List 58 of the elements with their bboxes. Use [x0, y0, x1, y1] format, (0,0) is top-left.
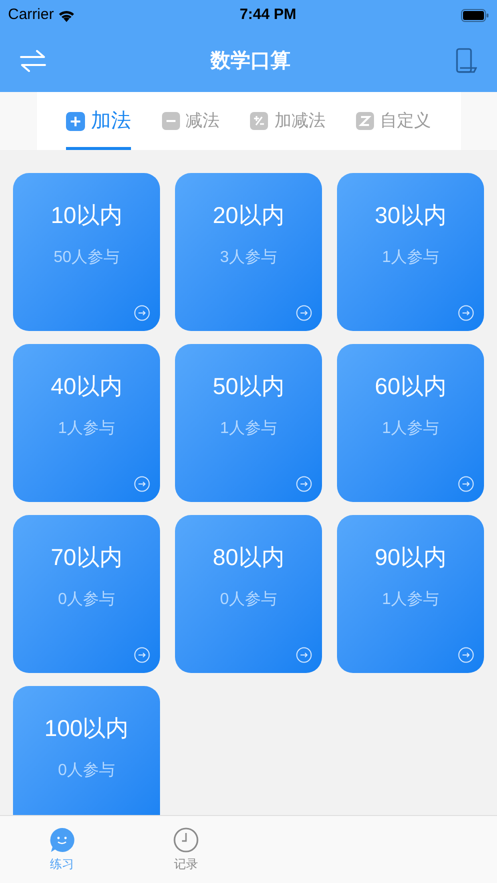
participant-count: 1人参与: [382, 418, 439, 439]
participant-count: 0人参与: [220, 590, 277, 610]
chat-bubble-icon: [49, 827, 75, 853]
category-tab[interactable]: 自定义: [356, 92, 432, 150]
plus-icon: [66, 112, 85, 130]
arrow-circle-icon: [296, 305, 312, 321]
range-card[interactable]: 100以内 0人参与: [13, 686, 160, 815]
arrow-circle-icon: [296, 476, 312, 492]
phone-icon[interactable]: [455, 48, 477, 74]
range-title: 80以内: [212, 543, 284, 572]
custom-icon: [356, 112, 374, 130]
range-card[interactable]: 80以内 0人参与: [175, 515, 322, 673]
category-tab[interactable]: 加法: [66, 92, 131, 150]
arrow-circle-icon: [134, 305, 150, 321]
page-title: 数学口算: [210, 49, 290, 74]
range-title: 20以内: [212, 201, 284, 230]
participant-count: 1人参与: [382, 248, 439, 268]
tab-bar-item[interactable]: 练习: [0, 816, 124, 873]
range-card[interactable]: 30以内 1人参与: [337, 173, 484, 331]
category-tab[interactable]: 加减法: [250, 92, 326, 150]
range-card[interactable]: 90以内 1人参与: [337, 515, 484, 673]
battery-icon: [460, 8, 489, 22]
clock-icon: [173, 827, 199, 853]
range-title: 90以内: [374, 543, 446, 572]
swap-arrows-icon[interactable]: [20, 50, 46, 72]
wifi-icon: [58, 8, 75, 22]
carrier-label: Carrier: [8, 4, 54, 25]
participant-count: 1人参与: [58, 418, 115, 439]
range-card[interactable]: 70以内 0人参与: [13, 515, 160, 673]
minus-icon: [162, 112, 180, 130]
tab-bar-item[interactable]: 记录: [124, 816, 248, 873]
arrow-circle-icon: [458, 647, 474, 663]
participant-count: 1人参与: [382, 590, 439, 610]
range-title: 100以内: [44, 714, 129, 743]
range-title: 60以内: [374, 372, 446, 401]
arrow-circle-icon: [296, 647, 312, 663]
arrow-circle-icon: [458, 476, 474, 492]
range-title: 30以内: [374, 201, 446, 230]
participant-count: 0人参与: [58, 590, 115, 610]
range-card[interactable]: 50以内 1人参与: [175, 344, 322, 502]
arrow-circle-icon: [458, 305, 474, 321]
range-card[interactable]: 60以内 1人参与: [337, 344, 484, 502]
arrow-circle-icon: [134, 647, 150, 663]
participant-count: 1人参与: [220, 418, 277, 439]
arrow-circle-icon: [134, 476, 150, 492]
range-title: 70以内: [50, 543, 122, 572]
range-card[interactable]: 10以内 50人参与: [13, 173, 160, 331]
range-card[interactable]: 40以内 1人参与: [13, 344, 160, 502]
participant-count: 3人参与: [220, 248, 277, 268]
status-time: 7:44 PM: [240, 4, 296, 25]
mixed-icon: [250, 112, 268, 130]
participant-count: 50人参与: [54, 248, 120, 268]
range-title: 40以内: [50, 372, 122, 401]
range-title: 50以内: [212, 372, 284, 401]
range-title: 10以内: [50, 201, 122, 230]
participant-count: 0人参与: [58, 760, 115, 781]
category-tab[interactable]: 减法: [162, 92, 220, 150]
range-card[interactable]: 20以内 3人参与: [175, 173, 322, 331]
